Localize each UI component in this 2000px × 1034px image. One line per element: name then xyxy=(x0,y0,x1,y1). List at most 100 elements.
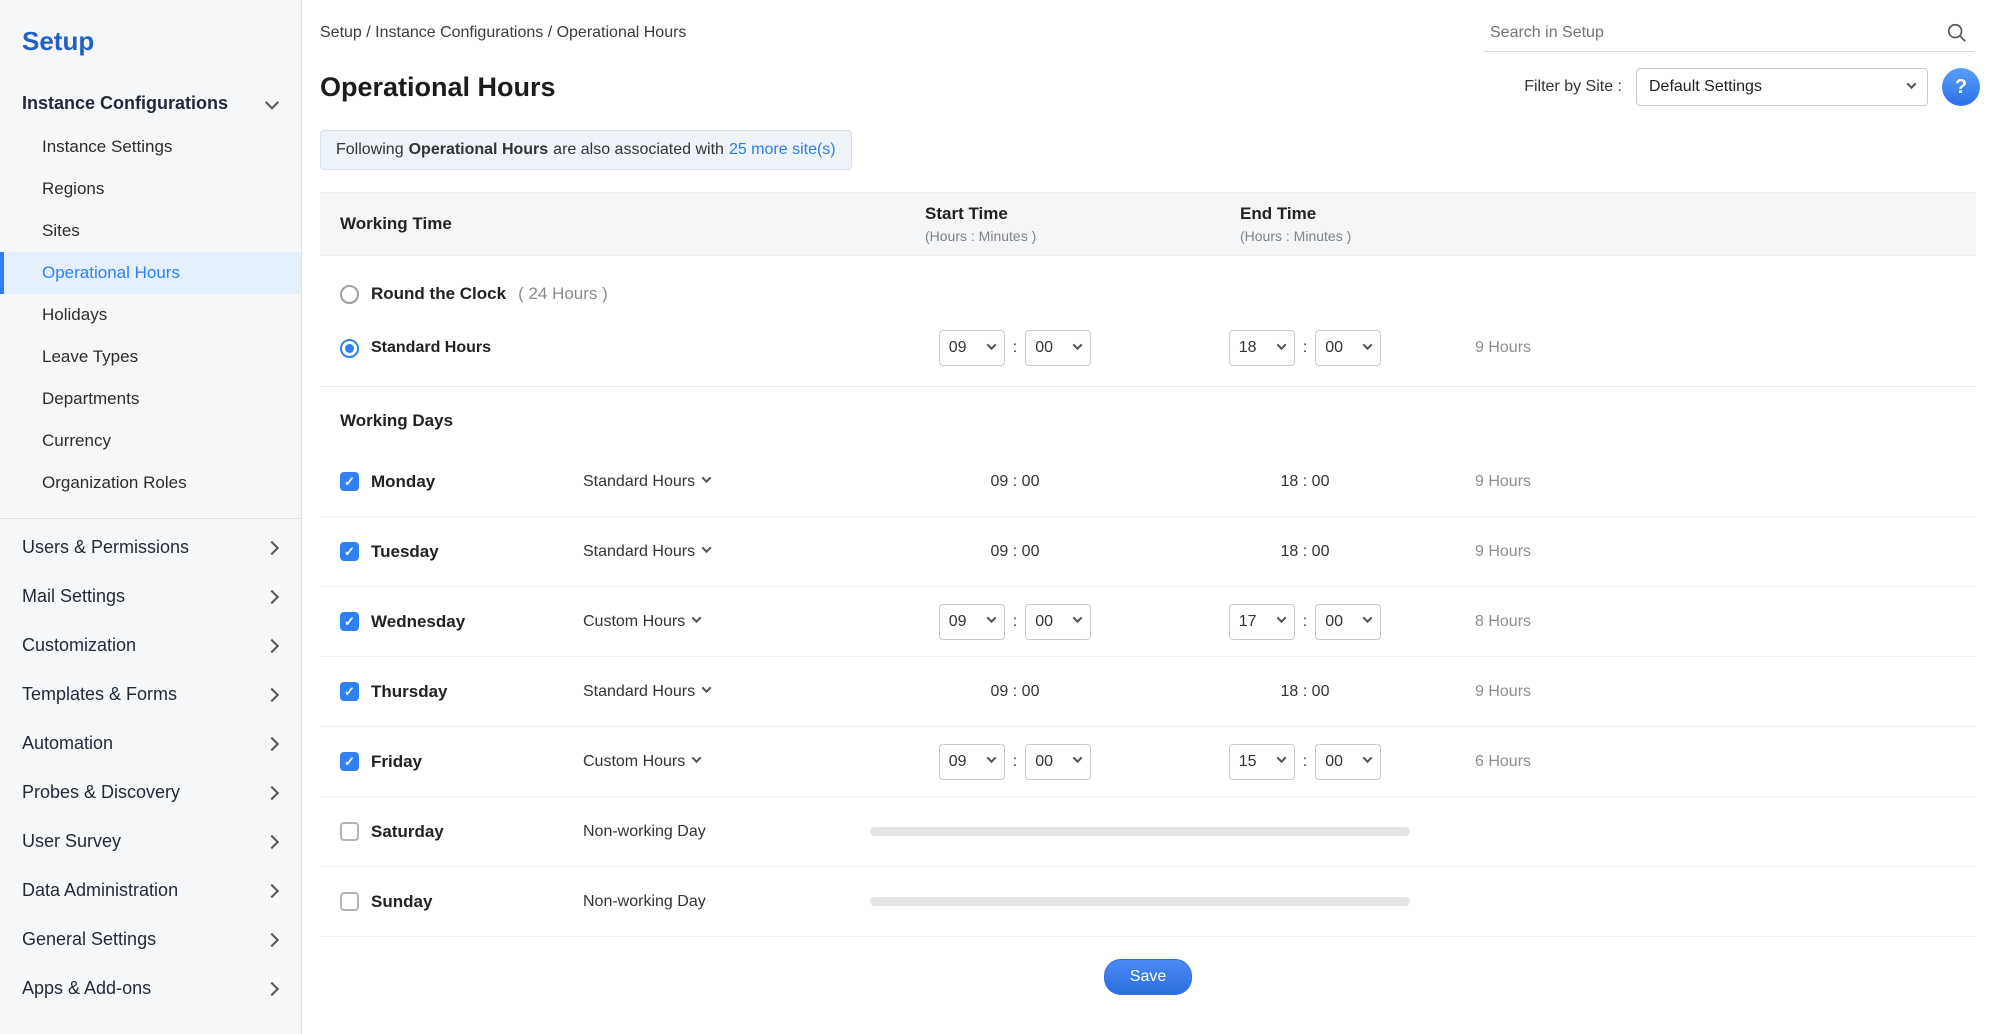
friday-start-hour-select[interactable]: 09 xyxy=(939,744,1005,780)
table-header: Working Time Start Time (Hours : Minutes… xyxy=(320,192,1976,256)
search-input[interactable] xyxy=(1490,24,1946,42)
friday-end-hour-select[interactable]: 15 xyxy=(1229,744,1295,780)
tuesday-end-time: 18 : 00 xyxy=(1160,543,1450,561)
section-label: Templates & Forms xyxy=(22,684,177,705)
standard-start-hour-select[interactable]: 09 xyxy=(939,330,1005,366)
chevron-right-icon xyxy=(265,785,279,799)
wednesday-checkbox[interactable] xyxy=(340,612,359,631)
search-box[interactable] xyxy=(1484,15,1974,52)
chevron-down-icon xyxy=(1363,613,1373,623)
chevron-down-icon xyxy=(692,613,702,623)
setup-title: Setup xyxy=(0,0,301,81)
sidebar-section-users-permissions[interactable]: Users & Permissions xyxy=(0,523,301,572)
select-value: 00 xyxy=(1325,753,1343,771)
monday-schedule-select[interactable]: Standard Hours xyxy=(583,473,710,491)
wednesday-start-minute-select[interactable]: 00 xyxy=(1025,604,1091,640)
standard-hours-label: Standard Hours xyxy=(371,339,491,357)
chevron-right-icon xyxy=(265,883,279,897)
friday-start-minute-select[interactable]: 00 xyxy=(1025,744,1091,780)
sidebar-section-probes-discovery[interactable]: Probes & Discovery xyxy=(0,768,301,817)
sidebar-section-customization[interactable]: Customization xyxy=(0,621,301,670)
chevron-right-icon xyxy=(265,687,279,701)
tuesday-schedule-select[interactable]: Standard Hours xyxy=(583,543,710,561)
wednesday-start-hour-select[interactable]: 09 xyxy=(939,604,1005,640)
sidebar-item-operational-hours[interactable]: Operational Hours xyxy=(0,252,301,294)
save-button[interactable]: Save xyxy=(1104,959,1192,995)
nonworking-day-bar xyxy=(870,897,1410,906)
tuesday-checkbox[interactable] xyxy=(340,542,359,561)
sidebar-section-mail-settings[interactable]: Mail Settings xyxy=(0,572,301,621)
day-name: Thursday xyxy=(371,682,448,702)
sidebar-item-leave-types[interactable]: Leave Types xyxy=(0,336,301,378)
sidebar-item-regions[interactable]: Regions xyxy=(0,168,301,210)
site-filter-select[interactable]: Default Settings xyxy=(1636,68,1928,106)
sidebar-item-departments[interactable]: Departments xyxy=(0,378,301,420)
colon: : xyxy=(1013,339,1017,357)
search-icon[interactable] xyxy=(1946,22,1968,44)
thursday-checkbox[interactable] xyxy=(340,682,359,701)
wednesday-schedule-select[interactable]: Custom Hours xyxy=(583,613,700,631)
chevron-down-icon xyxy=(1276,340,1286,350)
section-label: Users & Permissions xyxy=(22,537,189,558)
select-value: 00 xyxy=(1035,753,1053,771)
standard-end-minute-select[interactable]: 00 xyxy=(1315,330,1381,366)
thursday-schedule-select[interactable]: Standard Hours xyxy=(583,683,710,701)
colon: : xyxy=(1013,753,1017,771)
sidebar-item-holidays[interactable]: Holidays xyxy=(0,294,301,336)
more-sites-link[interactable]: 25 more site(s) xyxy=(729,141,836,159)
start-time-unit: (Hours : Minutes ) xyxy=(925,228,1160,244)
saturday-checkbox[interactable] xyxy=(340,822,359,841)
working-days-heading: Working Days xyxy=(320,387,1976,447)
breadcrumb[interactable]: Setup / Instance Configurations / Operat… xyxy=(320,24,686,42)
thursday-start-time: 09 : 00 xyxy=(870,683,1160,701)
sidebar-item-sites[interactable]: Sites xyxy=(0,210,301,252)
schedule-value: Standard Hours xyxy=(583,473,695,491)
sunday-checkbox[interactable] xyxy=(340,892,359,911)
start-time-header: Start Time xyxy=(925,204,1160,224)
chevron-down-icon xyxy=(1276,613,1286,623)
wednesday-end-hour-select[interactable]: 17 xyxy=(1229,604,1295,640)
standard-end-hour-select[interactable]: 18 xyxy=(1229,330,1295,366)
sidebar-section-general-settings[interactable]: General Settings xyxy=(0,915,301,964)
section-label: Customization xyxy=(22,635,136,656)
sidebar-item-organization-roles[interactable]: Organization Roles xyxy=(0,462,301,504)
chevron-right-icon xyxy=(265,932,279,946)
help-button[interactable]: ? xyxy=(1942,68,1980,106)
sidebar-section-user-survey[interactable]: User Survey xyxy=(0,817,301,866)
chevron-down-icon xyxy=(702,683,712,693)
schedule-value: Standard Hours xyxy=(583,543,695,561)
chevron-right-icon xyxy=(265,834,279,848)
sidebar-section-instance-configurations[interactable]: Instance Configurations xyxy=(0,81,301,126)
sidebar-section-data-administration[interactable]: Data Administration xyxy=(0,866,301,915)
sidebar-item-currency[interactable]: Currency xyxy=(0,420,301,462)
chevron-down-icon xyxy=(1907,79,1917,89)
sidebar: Setup Instance Configurations Instance S… xyxy=(0,0,302,1034)
select-value: 00 xyxy=(1325,339,1343,357)
day-row-saturday: Saturday Non-working Day xyxy=(320,797,1976,867)
thursday-end-time: 18 : 00 xyxy=(1160,683,1450,701)
sidebar-item-instance-settings[interactable]: Instance Settings xyxy=(0,126,301,168)
monday-start-time: 09 : 00 xyxy=(870,473,1160,491)
nonworking-day-bar xyxy=(870,827,1410,836)
sidebar-divider xyxy=(0,518,301,519)
friday-checkbox[interactable] xyxy=(340,752,359,771)
chevron-down-icon xyxy=(986,613,996,623)
round-the-clock-radio[interactable] xyxy=(340,285,359,304)
round-the-clock-label: Round the Clock xyxy=(371,284,506,304)
friday-end-minute-select[interactable]: 00 xyxy=(1315,744,1381,780)
select-value: 00 xyxy=(1325,613,1343,631)
chevron-right-icon xyxy=(265,981,279,995)
section-label: Instance Configurations xyxy=(22,93,228,114)
banner-text-bold: Operational Hours xyxy=(409,141,549,159)
standard-start-minute-select[interactable]: 00 xyxy=(1025,330,1091,366)
monday-checkbox[interactable] xyxy=(340,472,359,491)
day-row-monday: Monday Standard Hours 09 : 00 18 : 00 9 … xyxy=(320,447,1976,517)
colon: : xyxy=(1303,753,1307,771)
sidebar-section-apps-addons[interactable]: Apps & Add-ons xyxy=(0,964,301,1013)
select-value: 15 xyxy=(1239,753,1257,771)
sidebar-section-automation[interactable]: Automation xyxy=(0,719,301,768)
standard-hours-radio[interactable] xyxy=(340,339,359,358)
sidebar-section-templates-forms[interactable]: Templates & Forms xyxy=(0,670,301,719)
friday-schedule-select[interactable]: Custom Hours xyxy=(583,753,700,771)
wednesday-end-minute-select[interactable]: 00 xyxy=(1315,604,1381,640)
